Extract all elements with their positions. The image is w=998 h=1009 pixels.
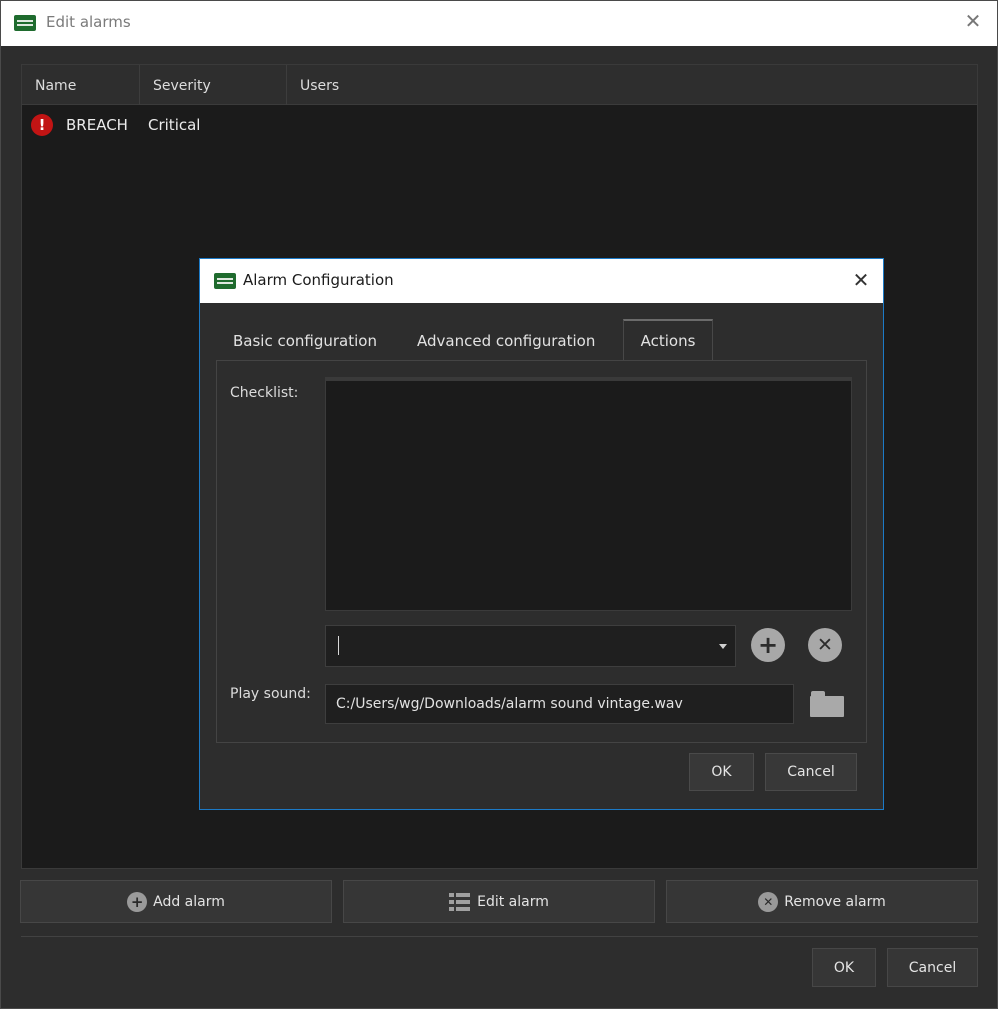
add-alarm-button[interactable]: + Add alarm (20, 880, 332, 923)
tab-actions[interactable]: Actions (623, 319, 713, 361)
tab-basic-configuration[interactable]: Basic configuration (222, 321, 388, 360)
add-checklist-item-icon[interactable]: + (751, 628, 785, 662)
window-titlebar: Edit alarms ✕ (1, 1, 997, 46)
sound-path-field[interactable]: C:/Users/wg/Downloads/alarm sound vintag… (325, 684, 794, 724)
alarm-configuration-dialog: Alarm Configuration ✕ Basic configuratio… (199, 258, 884, 810)
edit-alarm-button[interactable]: Edit alarm (343, 880, 655, 923)
add-alarm-label: Add alarm (153, 893, 225, 910)
tab-advanced-configuration[interactable]: Advanced configuration (406, 321, 606, 360)
remove-alarm-label: Remove alarm (784, 893, 886, 910)
folder-icon[interactable] (810, 691, 844, 717)
table-row[interactable]: ! BREACH Critical (22, 105, 977, 143)
checklist-label: Checklist: (230, 385, 299, 401)
window-title: Edit alarms (46, 13, 131, 31)
ok-button[interactable]: OK (812, 948, 876, 987)
cancel-button[interactable]: Cancel (887, 948, 978, 987)
actions-tab-pane: Checklist: + ✕ Play sound: C:/Users/wg/D… (216, 360, 867, 743)
x-circle-icon: ✕ (758, 891, 779, 912)
dialog-titlebar: Alarm Configuration ✕ (200, 259, 883, 303)
remove-checklist-item-icon[interactable]: ✕ (808, 628, 842, 662)
column-header-name[interactable]: Name (22, 65, 140, 105)
edit-alarm-label: Edit alarm (477, 893, 549, 910)
alarm-severity-cell: Critical (148, 116, 201, 134)
app-logo-icon (214, 273, 236, 289)
plus-circle-icon: + (127, 891, 148, 912)
app-logo-icon (14, 15, 36, 31)
column-header-users[interactable]: Users (287, 65, 487, 105)
dropdown-arrow-icon[interactable] (719, 644, 727, 649)
play-sound-label: Play sound: (230, 686, 311, 702)
text-cursor (338, 636, 339, 655)
window-close-icon[interactable]: ✕ (963, 11, 983, 31)
divider (21, 936, 978, 937)
checklist-item-combobox[interactable] (325, 625, 736, 667)
dialog-title: Alarm Configuration (243, 271, 394, 289)
column-header-severity[interactable]: Severity (140, 65, 287, 105)
dialog-cancel-button[interactable]: Cancel (765, 753, 857, 791)
critical-alert-icon: ! (31, 114, 53, 136)
list-icon (449, 892, 471, 912)
alarm-name-cell: BREACH (66, 116, 128, 134)
remove-alarm-button[interactable]: ✕ Remove alarm (666, 880, 978, 923)
dialog-close-icon[interactable]: ✕ (851, 270, 871, 290)
checklist-list[interactable] (325, 377, 852, 611)
dialog-ok-button[interactable]: OK (689, 753, 754, 791)
table-header: Name Severity Users (22, 65, 977, 105)
